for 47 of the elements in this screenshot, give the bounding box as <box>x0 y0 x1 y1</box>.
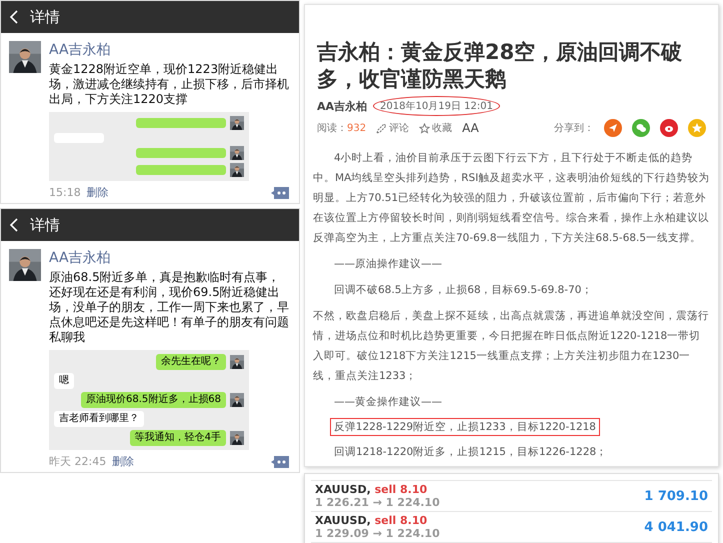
article-author[interactable]: AA吉永柏 <box>317 98 368 114</box>
share-icon[interactable] <box>604 119 622 137</box>
chat-screenshot[interactable]: 余先生在呢？ 嗯 原油现价68.5附近多，止损68 吉老师看到哪里？ 等我通知，轻仓4手 <box>49 350 249 450</box>
section-heading: ——原油操作建议—— <box>333 257 443 272</box>
chat-bubble: 等我通知，轻仓4手 <box>130 430 226 446</box>
chat-screenshot[interactable] <box>49 112 249 181</box>
page-title: 详情 <box>30 8 60 26</box>
comment-icon[interactable] <box>271 186 289 198</box>
font-size-button[interactable]: AA <box>462 121 479 135</box>
chat-bubble: 原油现价68.5附近多，止损68 <box>81 392 226 408</box>
paragraph: 4小时上看，油价目前承压于云图下行云下方，且下行处于不断走低的趋势中。MA均线呈空头排列趋势，RSI触及超卖水平，这表明油价短线的下行趋势较为明显。上方70.51已经转化为较强的阻力，升破该位置前，后市偏向下行；若意外在该位置上方停留较长时间，则削弱短线看空信号。综合来看，操作上永柏建议以反弹高空为主，上方重点关注70-69.8一线阻力，下方关注68.5-68.5一线支撑。 <box>313 151 710 246</box>
edit-icon[interactable] <box>376 122 388 134</box>
share-icon[interactable] <box>632 119 650 137</box>
trade-prices: 1 229.09 → 1 224.10 <box>315 527 440 540</box>
section-heading: ——黄金操作建议—— <box>333 395 443 410</box>
comment-icon[interactable] <box>271 456 289 468</box>
paragraph: 回调不破68.5上方多，止损68，目标69.5-69.8-70； <box>333 283 594 298</box>
trade-prices: 1 226.21 → 1 224.10 <box>315 496 440 509</box>
share-icon[interactable] <box>660 119 678 137</box>
chat-bubble: 嗯 <box>54 373 74 389</box>
paragraph: 不然，欧盘启稳后，美盘上探不延续，出高点就震荡，再进追单就没空间，震荡行情，进场点位和时机比趋势更重要，今日把握在昨日低点附近1220-1218一带切入即可。破位1218下方关注1215一线重点支撑；上方关注初步阻力在1230一线，重点关注1233； <box>313 309 710 384</box>
chat-bubble: 余先生在呢？ <box>156 354 226 370</box>
paragraph: 回调1218-1220附近多，止损1215，目标1226-1228； <box>333 445 608 460</box>
read-count: 阅读：932 <box>317 122 366 135</box>
post-time: 昨天 22:45 <box>49 454 106 469</box>
post-text: 黄金1228附近空单，现价1223附近稳健出场，激进减仓继续持有，止损下移，后市择机出局，下方关注1220支撑 <box>49 62 289 107</box>
article-title: 吉永柏：黄金反弹28空，原油回调不破多，收官谨防黑天鹅 <box>317 39 684 93</box>
trade-profit: 4 041.90 <box>644 520 708 534</box>
trade-profit: 1 709.10 <box>644 488 708 504</box>
highlighted-paragraph: 反弹1228-1229附近空，止损1233，目标1220-1218 <box>330 418 600 436</box>
chat-bubble: 吉老师看到哪里？ <box>54 411 144 427</box>
delete-link[interactable]: 删除 <box>86 185 109 200</box>
action-link[interactable]: 评论 <box>389 121 410 135</box>
back-icon[interactable] <box>9 10 18 24</box>
star-icon[interactable] <box>419 122 430 134</box>
share-label: 分享到： <box>554 122 594 135</box>
author-name[interactable]: AA吉永柏 <box>49 249 289 267</box>
publish-date: 2018年10月19日 12:01 <box>373 96 500 116</box>
trade-title: XAUUSD, sell 8.10 <box>315 483 428 496</box>
author-name[interactable]: AA吉永柏 <box>49 41 289 59</box>
back-icon[interactable] <box>9 218 18 232</box>
post-time: 15:18 <box>49 186 81 199</box>
page-title: 详情 <box>30 216 60 234</box>
delete-link[interactable]: 删除 <box>112 454 134 469</box>
trade-title: XAUUSD, sell 8.10 <box>315 514 428 527</box>
action-link[interactable]: 收藏 <box>432 121 452 135</box>
post-text: 原油68.5附近多单，真是抱歉临时有点事，还好现在还是有利润，现价69.5附近稳健出场，没单子的朋友，工作一周下来也累了，早点休息吧还是先这样吧！有单子的朋友有问题私聊我 <box>49 270 289 345</box>
